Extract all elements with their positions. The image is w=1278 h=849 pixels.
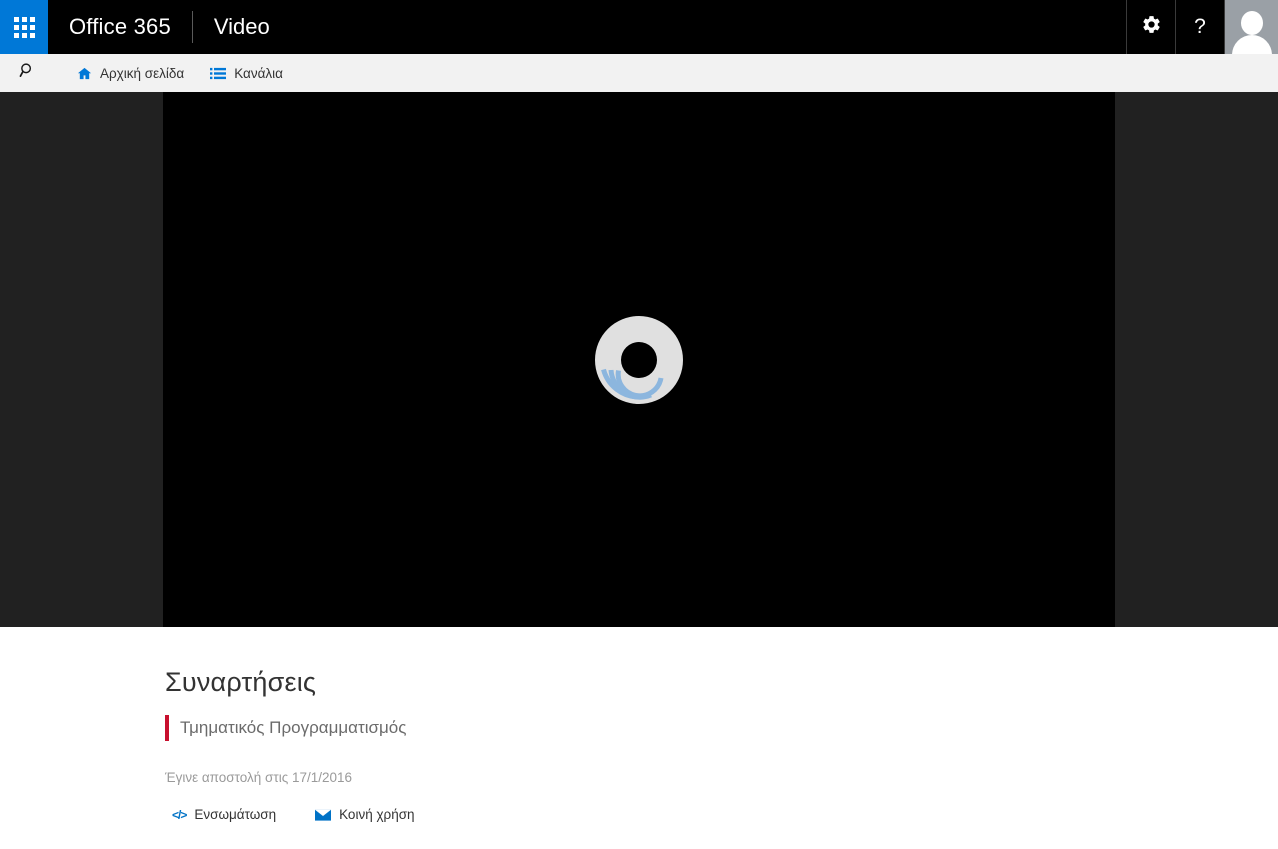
- channel-accent-bar: [165, 715, 169, 741]
- app-name-link[interactable]: Video: [193, 0, 291, 54]
- embed-code-icon: </>: [172, 807, 187, 822]
- sidebar-item-channels-label: Κανάλια: [234, 65, 283, 81]
- waffle-icon: [13, 16, 35, 38]
- settings-button[interactable]: [1126, 0, 1175, 54]
- player-stage: [0, 92, 1278, 627]
- loading-spinner-icon: [591, 312, 687, 408]
- page-title: Συναρτήσεις: [165, 667, 317, 697]
- office365-brand-label: Office 365: [69, 14, 171, 39]
- sidebar-item-home[interactable]: Αρχική σελίδα: [77, 54, 184, 92]
- upload-date-text: Έγινε αποστολή στις 17/1/2016: [165, 770, 353, 785]
- office365-brand-link[interactable]: Office 365: [48, 0, 192, 54]
- share-button[interactable]: Κοινή χρήση: [315, 807, 415, 822]
- help-button[interactable]: ?: [1175, 0, 1224, 54]
- search-icon: [19, 62, 36, 84]
- envelope-icon: [315, 808, 332, 821]
- embed-button[interactable]: </> Ενσωμάτωση: [172, 807, 276, 822]
- suite-bar: Office 365 Video ?: [0, 0, 1278, 54]
- embed-button-label: Ενσωμάτωση: [194, 807, 277, 822]
- sidebar-item-channels[interactable]: Κανάλια: [210, 54, 283, 92]
- search-button[interactable]: [0, 54, 54, 92]
- share-button-label: Κοινή χρήση: [339, 807, 415, 822]
- account-avatar-button[interactable]: [1224, 0, 1278, 54]
- gear-icon: [1141, 14, 1162, 40]
- app-name-label: Video: [213, 14, 270, 39]
- video-player[interactable]: [163, 92, 1115, 627]
- app-launcher-button[interactable]: [0, 0, 48, 54]
- site-navigation-bar: Αρχική σελίδα Κανάλια: [0, 54, 1278, 93]
- video-details-panel: Συναρτήσεις Τμηματικός Προγραμματισμός Έ…: [0, 627, 1278, 849]
- channel-name-label: Τμηματικός Προγραμματισμός: [180, 718, 407, 737]
- question-mark-icon: ?: [1194, 15, 1206, 38]
- channel-link[interactable]: Τμηματικός Προγραμματισμός: [165, 715, 406, 741]
- home-icon: [77, 66, 92, 81]
- embed-code-glyph: </>: [172, 807, 187, 822]
- video-actions: </> Ενσωμάτωση Κοινή χρήση: [172, 807, 454, 822]
- avatar-body-icon: [1231, 35, 1272, 54]
- suite-bar-spacer: [291, 0, 1126, 54]
- list-icon: [210, 67, 227, 80]
- avatar-head-icon: [1240, 11, 1263, 35]
- sidebar-item-home-label: Αρχική σελίδα: [100, 65, 185, 81]
